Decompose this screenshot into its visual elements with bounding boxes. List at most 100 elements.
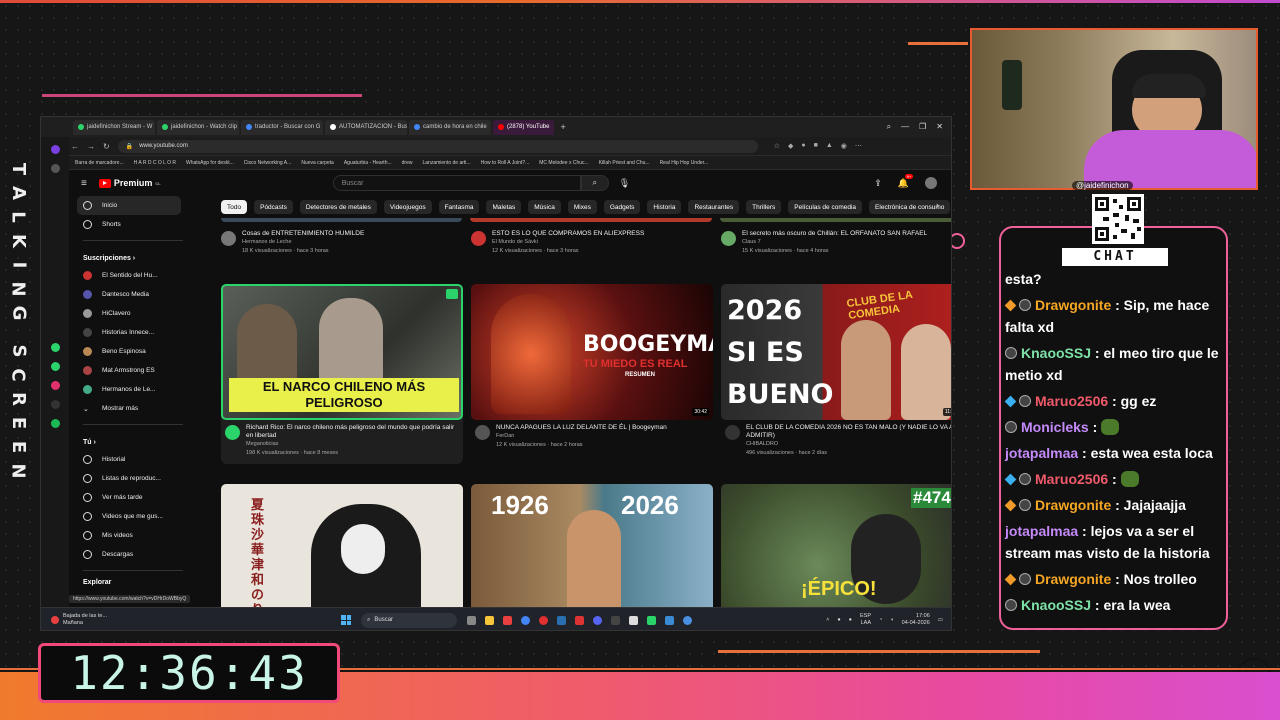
bookmark-item[interactable]: MC Melodee x Chuc... (539, 160, 588, 166)
video-thumbnail[interactable]: EL NARCO CHILENO MÁS PELIGROSO (221, 284, 463, 420)
app-icon[interactable] (647, 615, 656, 625)
filter-chip[interactable]: Fantasma (438, 200, 480, 214)
file-explorer-icon[interactable] (485, 615, 494, 625)
filter-chip[interactable]: Películas de comedia (788, 200, 863, 214)
channel-name[interactable]: Claus 7 (742, 238, 927, 247)
task-view-icon[interactable] (467, 615, 476, 625)
bookmark-item[interactable]: Cisco Networking A... (244, 160, 292, 166)
extension-icon[interactable]: ■ (814, 142, 818, 150)
app-icon[interactable] (503, 615, 512, 625)
video-card[interactable]: 1926 2026 (471, 484, 713, 620)
sidebar-item[interactable]: Inicio (77, 196, 181, 215)
chevron-right-icon[interactable]: › (936, 200, 939, 210)
channel-avatar[interactable] (475, 425, 490, 440)
filter-chip[interactable]: Historia (647, 200, 682, 214)
weather-icon[interactable] (51, 616, 59, 624)
bookmark-item[interactable]: Lanzamiento de arti... (423, 160, 471, 166)
chat-username[interactable]: Maruo2506 (1035, 471, 1108, 487)
notifications-icon[interactable]: 🔔 9+ (898, 173, 914, 189)
bookmark-item[interactable]: Killah Priest and Chu... (599, 160, 650, 166)
spotify-icon[interactable] (50, 419, 60, 428)
filter-chip[interactable]: Música (528, 200, 561, 214)
video-title[interactable]: ESTO ES LO QUE COMPRAMOS EN ALIEXPRESS (492, 230, 644, 238)
sidebar-item[interactable]: El Sentido del Hu... (77, 266, 191, 285)
taskbar-search[interactable]: ⌕ Buscar (361, 612, 457, 628)
sidebar-item[interactable]: Mis videos (77, 526, 191, 545)
sidebar-item[interactable]: Videos que me gus... (77, 507, 191, 526)
channel-name[interactable]: CHIBALDRO (746, 440, 951, 449)
video-card[interactable]: #474 ¡ÉPICO! (721, 484, 951, 620)
search-input[interactable]: Buscar (332, 175, 581, 191)
sidebar-item[interactable]: Historias Innece... (77, 323, 191, 342)
language-indicator[interactable]: ESP LAA (860, 613, 871, 627)
video-title[interactable]: Richard Rico: El narco chileno más pelig… (246, 424, 459, 440)
app-tray-icon[interactable]: ● (837, 617, 840, 623)
youtube-logo[interactable]: Premium CL (98, 178, 161, 188)
app-icon[interactable] (629, 615, 638, 625)
chrome-icon[interactable] (521, 615, 530, 625)
bookmark-star-icon[interactable]: ☆ (774, 142, 780, 150)
bookmark-item[interactable]: drew (402, 160, 413, 166)
filter-chip[interactable]: Gadgets (603, 200, 641, 214)
instagram-icon[interactable] (50, 381, 60, 390)
hamburger-menu-icon[interactable]: ≡ (81, 178, 87, 189)
app-icon[interactable] (611, 615, 620, 625)
video-thumbnail[interactable]: BOOGEYMAN TU MIEDO ES REAL RESUMEN 30:42 (471, 284, 713, 420)
channel-avatar[interactable] (471, 231, 486, 246)
tiktok-icon[interactable] (50, 400, 60, 409)
browser-tab[interactable]: traductor - Buscar con G (241, 119, 323, 135)
filter-chip[interactable]: Maletas (486, 200, 522, 214)
close-icon[interactable]: ✕ (936, 122, 943, 132)
side-app-icon[interactable] (50, 164, 60, 173)
extension-icon[interactable]: ▲ (826, 142, 833, 150)
video-title[interactable]: NUNCA APAGUES LA LUZ DELANTE DE ÉL | Boo… (496, 424, 667, 432)
extension-icon[interactable]: ● (801, 142, 805, 150)
app-icon[interactable] (575, 615, 584, 625)
bookmark-item[interactable]: Real Hip Hop Under... (660, 160, 709, 166)
chat-username[interactable]: Drawgonite (1035, 571, 1111, 587)
video-title[interactable]: El secreto más oscuro de Chillán: EL ORF… (742, 230, 927, 238)
steam-icon[interactable] (557, 615, 566, 625)
extension-icon[interactable]: ◆ (788, 142, 793, 150)
channel-name[interactable]: FerDan (496, 432, 667, 441)
video-thumbnail[interactable]: 2026 SI ES BUENO CLUB DE LA COMEDIA 11:1… (721, 284, 951, 420)
sidebar-item[interactable]: Historial (77, 450, 191, 469)
sidebar-item[interactable]: Descargas (77, 545, 191, 564)
wifi-icon[interactable]: ◔ (879, 617, 882, 623)
sidebar-item[interactable]: Shorts (77, 215, 191, 234)
video-card[interactable]: EL NARCO CHILENO MÁS PELIGROSO Richard R… (221, 284, 463, 464)
minimize-icon[interactable]: — (901, 122, 909, 132)
filter-chip[interactable]: Restaurantes (688, 200, 740, 214)
chat-username[interactable]: KnaooSSJ (1021, 597, 1091, 613)
menu-icon[interactable]: ⋯ (855, 142, 862, 150)
channel-avatar[interactable] (225, 425, 240, 440)
video-card[interactable]: BOOGEYMAN TU MIEDO ES REAL RESUMEN 30:42… (471, 284, 713, 464)
sidebar-item[interactable]: Listas de reproduc... (77, 469, 191, 488)
browser-tab[interactable]: (2878) YouTube (493, 119, 555, 135)
chat-username[interactable]: Drawgonite (1035, 497, 1111, 513)
subscriptions-header[interactable]: Suscripciones › (77, 247, 191, 266)
discord-icon[interactable] (593, 615, 602, 625)
new-tab-icon[interactable]: + (560, 122, 565, 132)
chat-username[interactable]: jotapalmaa (1005, 523, 1078, 539)
bookmark-item[interactable]: Barra de marcadore... (75, 160, 124, 166)
filter-chip[interactable]: Mixes (567, 200, 597, 214)
url-input[interactable]: 🔒 www.youtube.com (117, 139, 758, 153)
profile-icon[interactable]: ◉ (841, 142, 847, 150)
browser-tab[interactable]: cambio de hora en chile (409, 119, 491, 135)
bookmark-item[interactable]: How to Roll A Joint?... (481, 160, 530, 166)
chat-username[interactable]: KnaooSSJ (1021, 345, 1091, 361)
filter-chip[interactable]: Todo (221, 200, 248, 214)
sidebar-item[interactable]: HiClavero (77, 304, 191, 323)
browser-tab[interactable]: jaidefinichon - Watch clip (157, 119, 239, 135)
clock-date[interactable]: 17:06 04-04-2026 (902, 613, 930, 627)
video-card[interactable]: 2026 SI ES BUENO CLUB DE LA COMEDIA 11:1… (721, 284, 951, 464)
browser-tab[interactable]: jaidefinichon Stream - W (73, 119, 155, 135)
video-title[interactable]: Cosas de ENTRETENIMIENTO HUMILDE (242, 230, 364, 238)
share-icon[interactable]: ⇪ (874, 178, 882, 189)
filter-chip[interactable]: Pódcasts (254, 200, 293, 214)
chevron-up-icon[interactable]: ˄ (826, 617, 829, 623)
notifications-icon[interactable]: ▭ (938, 617, 943, 623)
video-card[interactable]: El secreto más oscuro de Chillán: EL ORF… (721, 230, 951, 256)
filter-chip[interactable]: Videojuegos (383, 200, 432, 214)
